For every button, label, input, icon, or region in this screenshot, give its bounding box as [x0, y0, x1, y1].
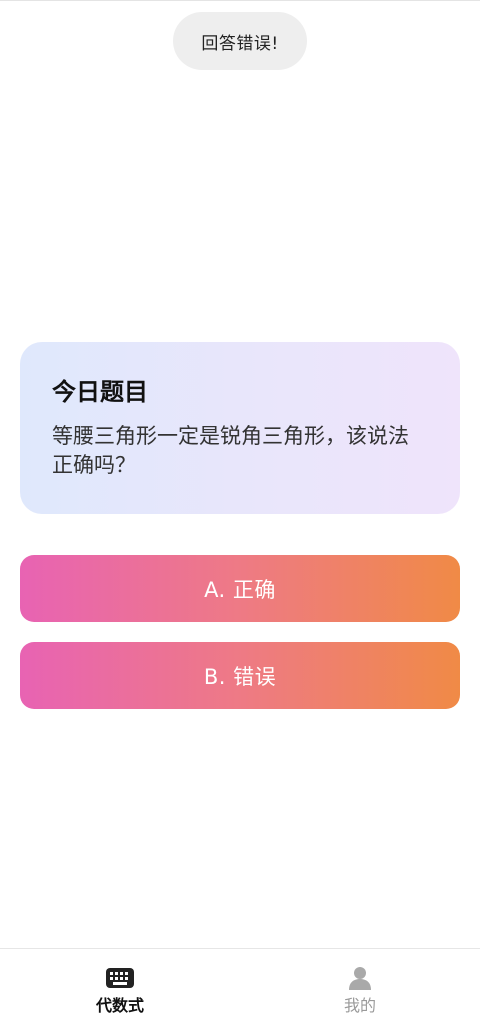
- person-icon: [345, 966, 375, 990]
- option-a-label: A. 正确: [204, 577, 276, 602]
- tab-algebra-label: 代数式: [95, 996, 144, 1015]
- tab-mine[interactable]: 我的: [240, 949, 480, 1024]
- question-card: 今日题目 等腰三角形一定是锐角三角形，该说法正确吗？: [20, 342, 460, 514]
- option-a-button[interactable]: A. 正确: [20, 555, 460, 622]
- tab-mine-label: 我的: [343, 996, 376, 1015]
- screen: 回答错误! 今日题目 等腰三角形一定是锐角三角形，该说法正确吗？ A. 正确 B…: [0, 0, 480, 1024]
- option-b-label: B. 错误: [203, 664, 277, 689]
- option-b-button[interactable]: B. 错误: [20, 642, 460, 709]
- card-title: 今日题目: [52, 378, 148, 406]
- toast-message: 回答错误!: [173, 12, 307, 70]
- question-text: 等腰三角形一定是锐角三角形，该说法正确吗？: [52, 424, 409, 477]
- toast-text: 回答错误!: [201, 33, 279, 54]
- tab-algebra[interactable]: 代数式: [0, 949, 240, 1024]
- keyboard-icon: [105, 966, 135, 990]
- bottom-tab-bar: 代数式 我的: [0, 948, 480, 1024]
